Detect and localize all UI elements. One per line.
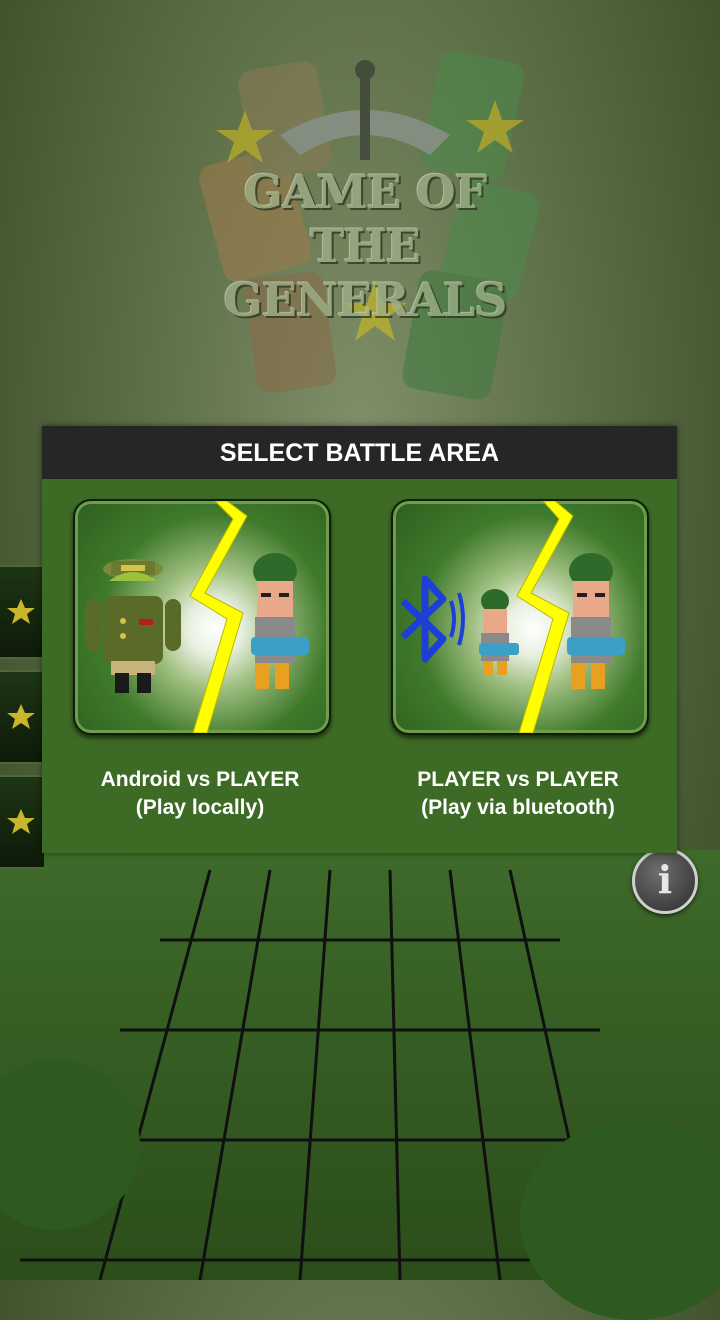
option-subtitle: (Play locally) [135, 796, 265, 819]
logo-title-line-1: GAME OF [243, 165, 488, 219]
option-title: PLAYER vs PLAYER [417, 768, 619, 791]
soldier-icon [567, 553, 625, 689]
logo-title-line-2: THE GENERALS [223, 219, 508, 327]
option-title: Android vs PLAYER [100, 768, 300, 791]
lightning-icon [189, 501, 248, 733]
lightning-icon [516, 501, 574, 733]
player-vs-player-label: PLAYER vs PLAYER (Play via bluetooth) [368, 766, 668, 822]
android-general-icon [85, 559, 181, 693]
soldier-icon [251, 553, 309, 689]
dialog-title: SELECT BATTLE AREA [42, 426, 677, 479]
android-vs-player-label: Android vs PLAYER (Play locally) [50, 766, 350, 822]
select-battle-area-dialog: SELECT BATTLE AREA Android vs PLAYER (Pl… [42, 426, 677, 853]
option-subtitle: (Play via bluetooth) [421, 796, 615, 819]
info-icon: i [657, 857, 673, 902]
side-menu-tab-2[interactable] [0, 670, 44, 764]
player-vs-player-image [400, 501, 625, 733]
player-vs-player-button[interactable] [391, 499, 649, 735]
android-vs-player-button[interactable] [73, 499, 331, 735]
star-icon [7, 704, 35, 729]
info-button[interactable]: i [632, 848, 698, 914]
game-board-background [0, 850, 720, 1320]
star-icon [7, 809, 35, 834]
android-vs-player-image [85, 501, 309, 733]
game-logo-title: GAME OF THE GENERALS [200, 165, 530, 327]
soldier-small-icon [479, 589, 519, 675]
star-icon [7, 599, 35, 624]
bluetooth-icon [400, 575, 465, 663]
side-menu-tab-1[interactable] [0, 565, 44, 659]
side-menu-tab-3[interactable] [0, 775, 44, 869]
